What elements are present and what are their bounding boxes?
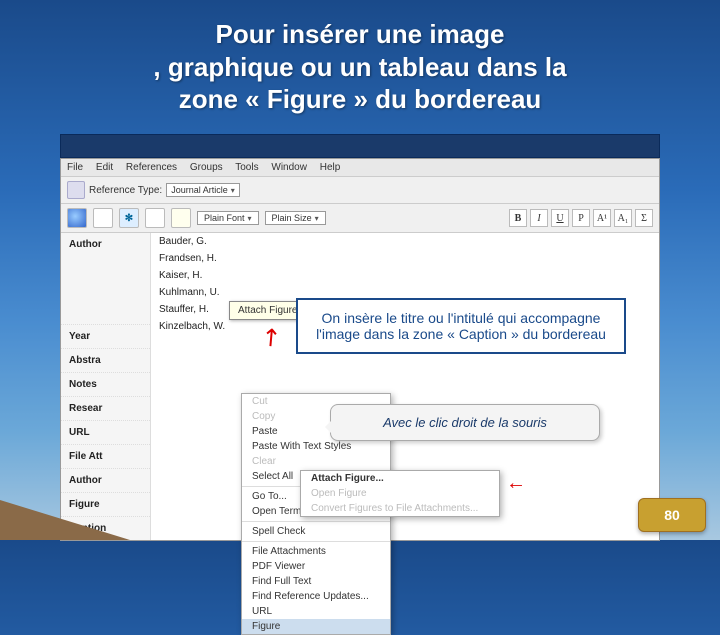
- callout-text: On insère le titre ou l'intitulé qui acc…: [316, 310, 606, 342]
- toolbar-row-reftype: Reference Type: Journal Article ▾: [61, 177, 659, 204]
- title-line2: , graphique ou un tableau dans la: [153, 52, 566, 82]
- title-line3: zone « Figure » du bordereau: [179, 84, 542, 114]
- menu-groups[interactable]: Groups: [190, 162, 223, 173]
- page-number: 80: [664, 507, 680, 523]
- submenu-attach[interactable]: Attach Figure...: [301, 471, 499, 486]
- italic-button[interactable]: I: [530, 209, 548, 227]
- paint-icon[interactable]: [171, 208, 191, 228]
- label-resear: Resear: [61, 396, 150, 420]
- ctx-url[interactable]: URL: [242, 604, 390, 619]
- figure-submenu: Attach Figure... Open Figure Convert Fig…: [300, 470, 500, 517]
- label-notes: Notes: [61, 372, 150, 396]
- misc-icon-1[interactable]: [145, 208, 165, 228]
- ctx-file-attach[interactable]: File Attachments: [242, 544, 390, 559]
- speech-text: Avec le clic droit de la souris: [383, 415, 547, 430]
- font-select[interactable]: Plain Font ▾: [197, 211, 259, 225]
- ctx-paste-styles[interactable]: Paste With Text Styles: [242, 439, 390, 454]
- label-author2: Author: [61, 468, 150, 492]
- slide-title: Pour insérer une image , graphique ou un…: [0, 18, 720, 116]
- ctx-sep: [242, 521, 390, 522]
- bold-button[interactable]: B: [509, 209, 527, 227]
- ctx-find-ref[interactable]: Find Reference Updates...: [242, 589, 390, 604]
- size-select[interactable]: Plain Size ▾: [265, 211, 326, 225]
- label-author: Author: [61, 233, 150, 256]
- reftype-value: Journal Article: [171, 185, 228, 195]
- ctx-clear[interactable]: Clear: [242, 454, 390, 469]
- page-number-badge: 80: [638, 498, 706, 532]
- underline-button[interactable]: U: [551, 209, 569, 227]
- size-select-value: Plain Size: [272, 213, 312, 223]
- chevron-down-icon: ▾: [248, 214, 252, 223]
- red-arrow-left-icon: ←: [506, 472, 526, 495]
- plain-button[interactable]: P: [572, 209, 590, 227]
- superscript-button[interactable]: A¹: [593, 209, 611, 227]
- label-year: Year: [61, 324, 150, 348]
- subscript-button[interactable]: A₁: [614, 209, 632, 227]
- tooltip-text: Attach Figure: [238, 305, 297, 316]
- menu-tools[interactable]: Tools: [235, 162, 258, 173]
- menu-file[interactable]: File: [67, 162, 83, 173]
- reftype-select[interactable]: Journal Article ▾: [166, 183, 240, 197]
- submenu-open[interactable]: Open Figure: [301, 486, 499, 501]
- toolbar-row-format: ✻ Plain Font ▾ Plain Size ▾ B I U P A¹ A…: [61, 204, 659, 233]
- symbol-button[interactable]: Σ: [635, 209, 653, 227]
- label-abstra: Abstra: [61, 348, 150, 372]
- book-icon[interactable]: [93, 208, 113, 228]
- author-value-1[interactable]: Bauder, G.: [151, 233, 659, 250]
- author-value-2[interactable]: Frandsen, H.: [151, 250, 659, 267]
- label-fileatt: File Att: [61, 444, 150, 468]
- mountain-decoration: [0, 500, 130, 540]
- ctx-figure[interactable]: Figure: [242, 619, 390, 634]
- menubar: File Edit References Groups Tools Window…: [61, 159, 659, 177]
- format-buttons: B I U P A¹ A₁ Σ: [509, 209, 653, 227]
- document-icon: [67, 181, 85, 199]
- attach-figure-tooltip: Attach Figure: [229, 301, 306, 320]
- menu-window[interactable]: Window: [271, 162, 307, 173]
- ctx-pdf[interactable]: PDF Viewer: [242, 559, 390, 574]
- reftype-label: Reference Type:: [89, 185, 162, 196]
- title-line1: Pour insérer une image: [216, 19, 505, 49]
- chevron-down-icon: ▾: [315, 214, 319, 223]
- ctx-find-full[interactable]: Find Full Text: [242, 574, 390, 589]
- menu-edit[interactable]: Edit: [96, 162, 113, 173]
- font-select-value: Plain Font: [204, 213, 245, 223]
- field-labels: Author Year Abstra Notes Resear URL File…: [61, 233, 151, 540]
- gear-icon[interactable]: ✻: [119, 208, 139, 228]
- speech-bubble: Avec le clic droit de la souris: [330, 404, 600, 441]
- caption-callout: On insère le titre ou l'intitulé qui acc…: [296, 298, 626, 354]
- menu-references[interactable]: References: [126, 162, 177, 173]
- menu-help[interactable]: Help: [320, 162, 341, 173]
- ctx-sep: [242, 541, 390, 542]
- label-url: URL: [61, 420, 150, 444]
- navy-bar: [60, 134, 660, 158]
- globe-icon[interactable]: [67, 208, 87, 228]
- ctx-spell[interactable]: Spell Check: [242, 524, 390, 539]
- author-value-3[interactable]: Kaiser, H.: [151, 267, 659, 284]
- submenu-convert[interactable]: Convert Figures to File Attachments...: [301, 501, 499, 516]
- chevron-down-icon: ▾: [231, 186, 235, 195]
